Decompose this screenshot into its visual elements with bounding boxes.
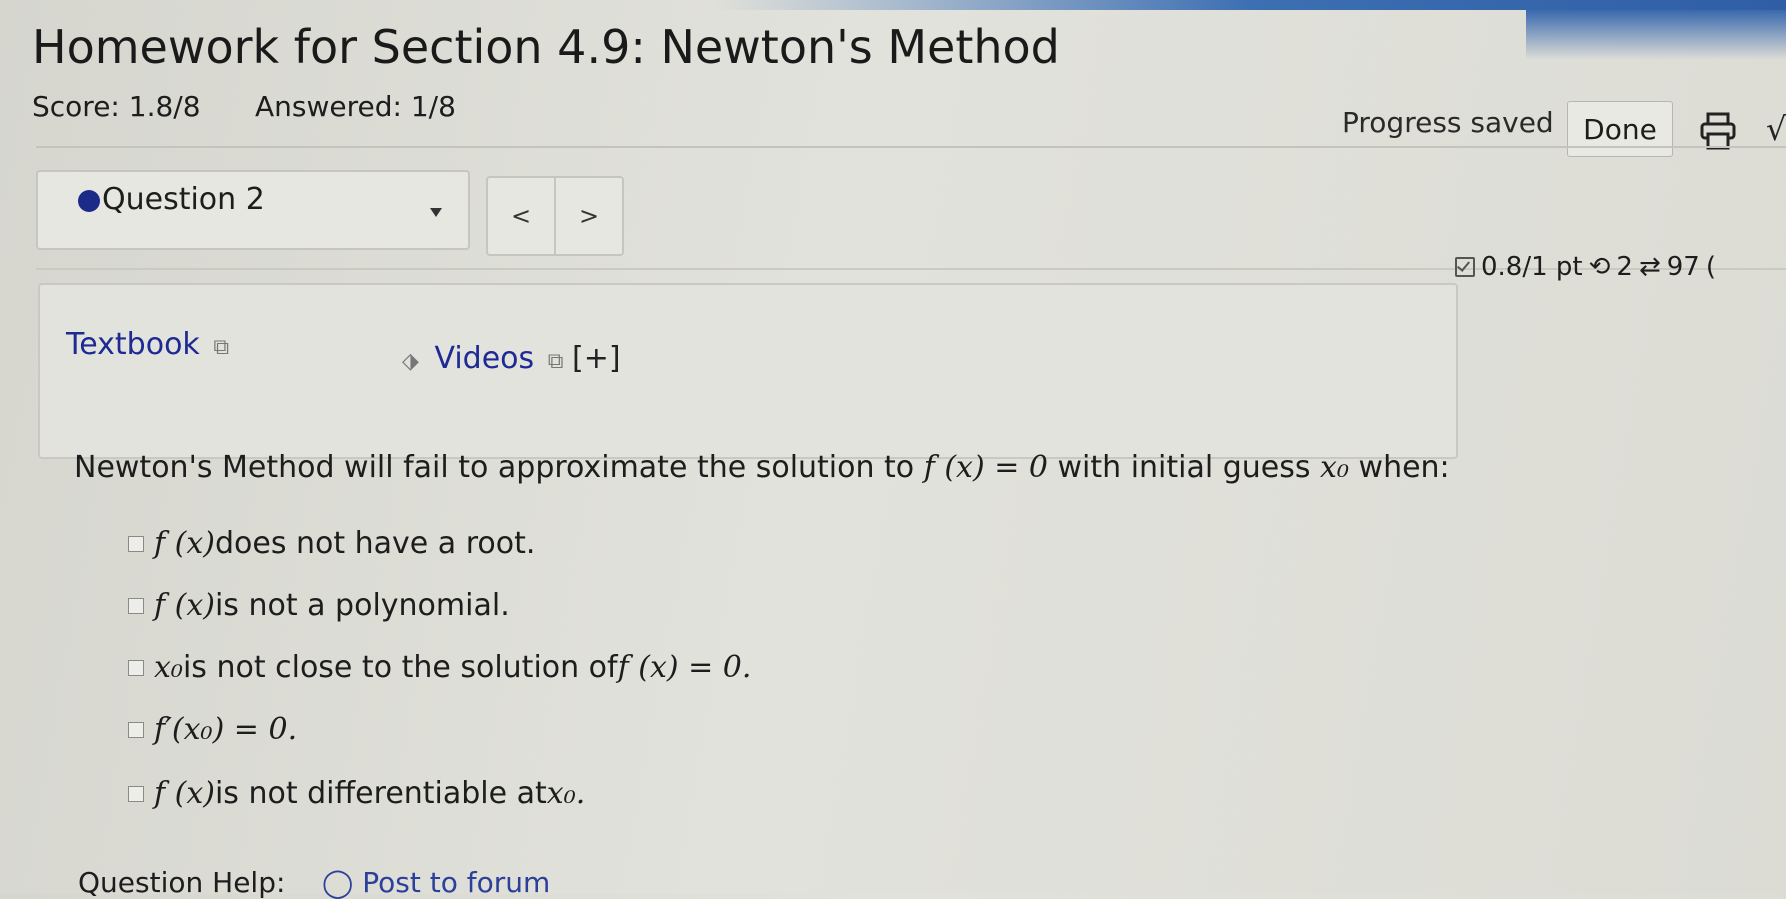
question-text: Newton's Method will fail to approximate… — [74, 450, 1450, 485]
post-to-forum-link[interactable]: ◯ Post to forum — [322, 866, 550, 899]
printer-icon[interactable] — [1700, 112, 1736, 150]
attempts-count: 97 — [1666, 252, 1700, 282]
math-toggle-icon[interactable]: √ — [1766, 110, 1786, 148]
checkbox-icon[interactable] — [128, 535, 144, 552]
forum-icon: ◯ — [322, 866, 363, 899]
answered-text: Answered: 1/8 — [255, 90, 456, 123]
answer-option[interactable]: f (x) is not differentiable at x₀. — [128, 776, 585, 811]
external-link-icon: ⧉ — [213, 335, 230, 360]
checkbox-icon[interactable] — [128, 785, 144, 802]
checkbox-icon[interactable] — [128, 597, 144, 614]
question-meta: 0.8/1 pt ⟲ 2 ⇄ 97 ( — [1455, 252, 1716, 282]
checkbox-icon — [1455, 257, 1475, 277]
progress-status: Progress saved — [1342, 106, 1554, 139]
video-icon: ⬗ — [402, 349, 419, 374]
question-help-label: Question Help: — [78, 866, 286, 899]
videos-label: Videos — [434, 341, 535, 376]
answer-option[interactable]: f′(x₀) = 0. — [128, 712, 297, 747]
question-nav: < > — [486, 176, 624, 256]
answer-option[interactable]: f (x) does not have a root. — [128, 526, 535, 561]
window-top-band-right — [1526, 10, 1786, 60]
retries-count: 2 — [1616, 252, 1633, 282]
answer-option[interactable]: x₀ is not close to the solution of f (x)… — [128, 650, 751, 685]
cut-glyph: ( — [1705, 252, 1717, 282]
question-select-label: Question 2 — [102, 182, 265, 217]
next-question-button[interactable]: > — [556, 178, 622, 254]
status-dot-icon — [78, 190, 100, 212]
textbook-link[interactable]: Textbook ⧉ — [66, 327, 229, 362]
window-top-band — [0, 0, 1786, 10]
resources-panel: Textbook ⧉ ⬗ Videos ⧉ [+] — [38, 283, 1458, 459]
prev-question-button[interactable]: < — [488, 178, 556, 254]
page-title: Homework for Section 4.9: Newton's Metho… — [32, 20, 1060, 74]
videos-link[interactable]: ⬗ Videos ⧉ — [402, 341, 563, 376]
retry-icon: ⟲ — [1588, 252, 1611, 282]
textbook-label: Textbook — [66, 327, 200, 362]
done-button[interactable]: Done — [1567, 101, 1673, 157]
divider — [36, 146, 1786, 148]
score-text: Score: 1.8/8 — [32, 90, 201, 123]
points-text: 0.8/1 pt — [1481, 252, 1583, 282]
chevron-down-icon — [430, 208, 442, 217]
attempts-icon: ⇄ — [1638, 252, 1661, 282]
checkbox-icon[interactable] — [128, 659, 144, 676]
question-select[interactable]: Question 2 — [36, 170, 470, 250]
answer-option[interactable]: f (x) is not a polynomial. — [128, 588, 510, 623]
expand-resources[interactable]: [+] — [572, 341, 621, 376]
external-link-icon: ⧉ — [547, 349, 564, 374]
checkbox-icon[interactable] — [128, 721, 144, 738]
